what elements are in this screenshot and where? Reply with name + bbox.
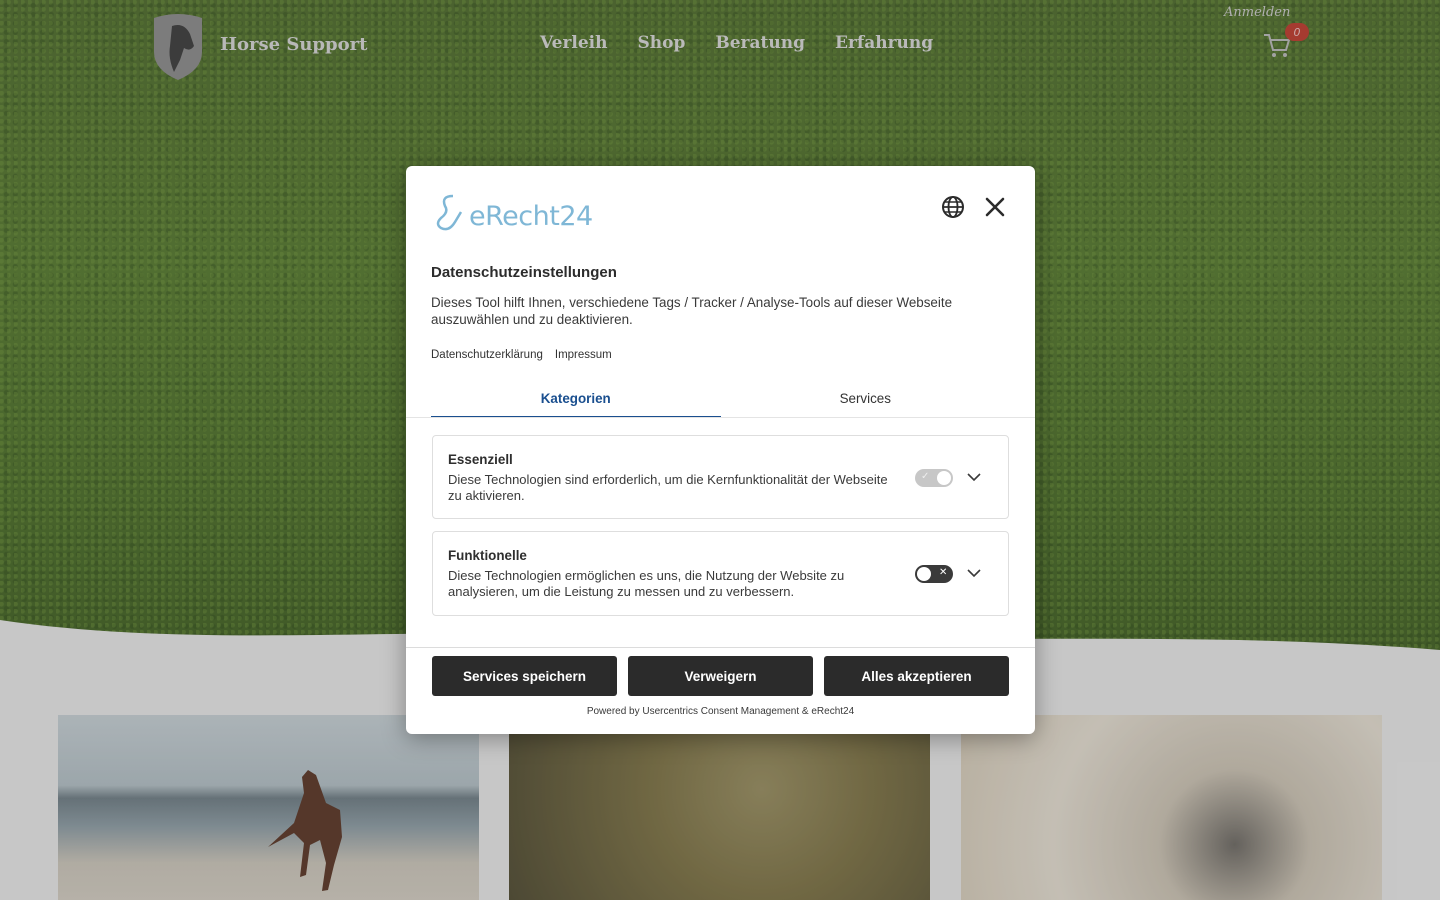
- functional-toggle[interactable]: ✕: [915, 565, 953, 583]
- chevron-down-icon[interactable]: [964, 563, 984, 583]
- tabs-divider: [406, 417, 1035, 418]
- consent-modal: eRecht24 Datenschutzeinstellungen Dieses…: [406, 166, 1035, 734]
- tab-services[interactable]: Services: [721, 388, 1011, 418]
- close-icon[interactable]: [983, 195, 1007, 219]
- category-functional: Funktionelle Diese Technologien ermöglic…: [432, 531, 1009, 616]
- accept-all-button[interactable]: Alles akzeptieren: [824, 656, 1009, 696]
- modal-description: Dieses Tool hilft Ihnen, verschiedene Ta…: [431, 295, 953, 327]
- category-description: Diese Technologien sind erforderlich, um…: [448, 472, 888, 503]
- consent-tabs: Kategorien Services: [431, 388, 1010, 418]
- toggle-knob: [917, 567, 931, 581]
- tab-kategorien[interactable]: Kategorien: [431, 388, 721, 418]
- chevron-down-icon[interactable]: [964, 467, 984, 487]
- privacy-policy-link[interactable]: Datenschutzerklärung: [431, 349, 543, 361]
- category-title: Funktionelle: [448, 548, 527, 563]
- modal-title: Datenschutzeinstellungen: [431, 264, 617, 281]
- powered-by-text: Powered by Usercentrics Consent Manageme…: [586, 706, 855, 717]
- x-icon: ✕: [939, 567, 948, 578]
- erecht24-logo: eRecht24: [431, 192, 593, 232]
- globe-icon[interactable]: [941, 195, 965, 219]
- essential-toggle[interactable]: ✓: [915, 469, 953, 487]
- footer-divider: [406, 647, 1035, 648]
- category-essential: Essenziell Diese Technologien sind erfor…: [432, 435, 1009, 519]
- category-description: Diese Technologien ermöglichen es uns, d…: [448, 568, 845, 599]
- legal-links: Datenschutzerklärung Impressum: [431, 349, 612, 361]
- deny-button[interactable]: Verweigern: [628, 656, 813, 696]
- erecht24-logo-icon: [436, 194, 463, 231]
- save-services-button[interactable]: Services speichern: [432, 656, 617, 696]
- category-title: Essenziell: [448, 452, 513, 467]
- toggle-knob: [937, 471, 951, 485]
- check-icon: ✓: [921, 471, 930, 482]
- imprint-link[interactable]: Impressum: [555, 349, 612, 361]
- erecht24-logo-text: eRecht24: [469, 201, 593, 232]
